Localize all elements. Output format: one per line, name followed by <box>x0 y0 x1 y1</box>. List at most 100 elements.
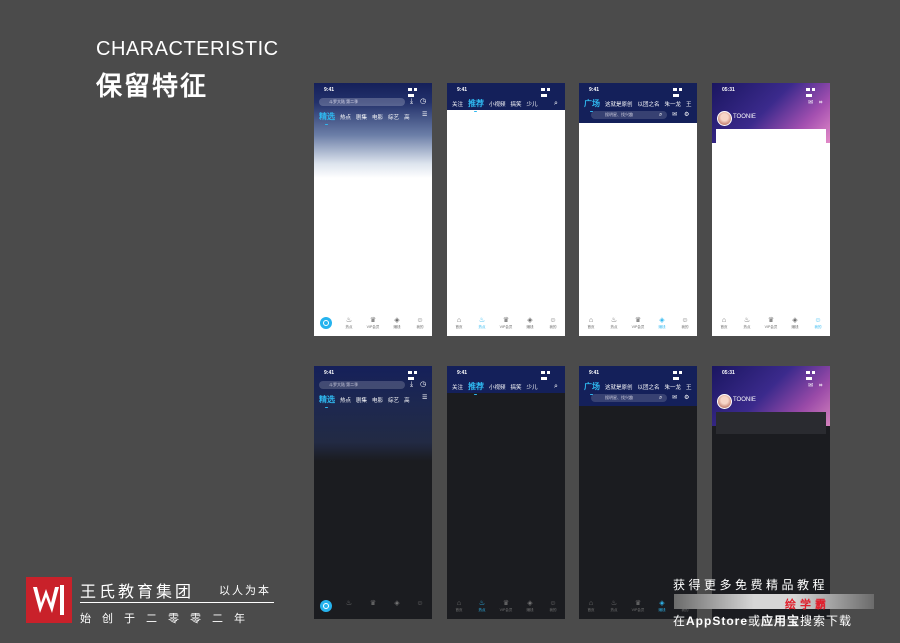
scan-icon[interactable]: ⌗ <box>819 100 822 107</box>
tab-earn-nav[interactable]: ◈ 赚钱 <box>652 600 672 613</box>
search-input[interactable]: 斗罗大陆 第二季 <box>319 98 405 106</box>
tab-me-nav[interactable]: ☺我的 <box>808 317 828 330</box>
user-icon: ☺ <box>416 600 424 607</box>
tab-hot-nav[interactable]: ♨ 热点 <box>472 317 492 330</box>
download-icon[interactable]: ⤓ <box>410 98 413 105</box>
tab-square[interactable]: 广场 <box>584 98 600 112</box>
tab-more[interactable]: 高 <box>404 113 410 121</box>
tab-me-nav[interactable]: ☺ <box>410 600 430 608</box>
tab-star[interactable]: 朱一龙 <box>665 383 682 391</box>
settings-icon[interactable]: ⚙ <box>684 395 689 402</box>
tab-more[interactable]: 王 <box>686 383 692 391</box>
tab-group[interactable]: 以团之名 <box>638 383 660 391</box>
tab-funny[interactable]: 搞笑 <box>511 383 522 391</box>
flame-icon: ♨ <box>345 317 353 324</box>
search-input[interactable]: 搜明星、找兴趣 <box>591 111 667 119</box>
tab-home-nav[interactable]: ⌂ 首页 <box>581 317 601 330</box>
tab-vip-nav[interactable]: ♛ VIP会员 <box>496 317 516 330</box>
bottom-tabbar: ⌂首页 ♨热点 ♛VIP会员 ◈赚钱 ☺我的 <box>579 312 697 336</box>
tab-hot-nav[interactable]: ♨ 热点 <box>737 317 757 330</box>
search-icon[interactable]: ⌕ <box>659 395 662 402</box>
tab-earn-nav[interactable]: ◈ 赚钱 <box>652 317 672 330</box>
home-tab-button[interactable] <box>320 600 332 612</box>
tab-star[interactable]: 朱一龙 <box>665 100 682 108</box>
profile-card <box>716 129 826 154</box>
tab-hot[interactable]: 热点 <box>340 113 351 121</box>
download-icon[interactable]: ⤓ <box>410 381 413 388</box>
mail-icon[interactable]: ✉ <box>672 112 677 119</box>
history-icon[interactable]: ◷ <box>420 381 426 388</box>
status-icons <box>671 371 689 380</box>
tab-vip-nav[interactable]: ♛ VIP会员 <box>496 600 516 613</box>
tab-more[interactable]: 王 <box>686 100 692 108</box>
tab-recommend[interactable]: 推荐 <box>468 98 484 112</box>
yingyongbao-link[interactable]: 应用宝 <box>761 614 800 628</box>
avatar[interactable] <box>717 394 732 409</box>
tab-featured[interactable]: 精选 <box>319 111 335 125</box>
search-input[interactable]: 斗罗大陆 第二季 <box>319 381 405 389</box>
tab-hot-nav[interactable]: ♨ 热点 <box>472 600 492 613</box>
search-icon[interactable]: ⌕ <box>554 100 558 107</box>
message-icon[interactable]: ✉ <box>808 100 813 107</box>
tab-vip-nav[interactable]: ♛ VIP会员 <box>363 317 383 330</box>
scan-icon[interactable]: ⌗ <box>819 383 822 390</box>
tab-variety[interactable]: 综艺 <box>388 396 399 404</box>
tab-vip-nav[interactable]: ♛ <box>363 600 383 608</box>
tab-me-nav[interactable]: ☺我的 <box>543 600 563 613</box>
tab-home-nav[interactable]: ⌂ 首页 <box>714 317 734 330</box>
tab-original[interactable]: 这就是原创 <box>605 100 633 108</box>
tab-square[interactable]: 广场 <box>584 381 600 395</box>
tab-earn-nav[interactable]: ◈ 赚钱 <box>520 317 540 330</box>
tab-me-nav[interactable]: ☺我的 <box>543 317 563 330</box>
menu-icon[interactable]: ☰ <box>422 112 427 119</box>
tab-hot-nav[interactable]: ♨ 热点 <box>604 317 624 330</box>
tab-featured[interactable]: 精选 <box>319 394 335 408</box>
search-icon[interactable]: ⌕ <box>554 383 558 390</box>
tab-vip-nav[interactable]: ♛ VIP会员 <box>761 317 781 330</box>
avatar[interactable] <box>717 111 732 126</box>
tab-earn-nav[interactable]: ◈ <box>387 600 407 608</box>
tab-movie[interactable]: 电影 <box>372 113 383 121</box>
tab-earn-nav[interactable]: ◈ 赚钱 <box>520 600 540 613</box>
tab-recommend[interactable]: 推荐 <box>468 381 484 395</box>
tab-hot-nav[interactable]: ♨ 热点 <box>604 600 624 613</box>
tab-short-video[interactable]: 小视频 <box>489 100 506 108</box>
tab-more[interactable]: 高 <box>404 396 410 404</box>
tab-short-video[interactable]: 小视频 <box>489 383 506 391</box>
search-icon[interactable]: ⌕ <box>659 112 662 119</box>
channel-tabs: 精选 热点 剧集 电影 综艺高 <box>319 111 415 125</box>
tab-movie[interactable]: 电影 <box>372 396 383 404</box>
tab-follow[interactable]: 关注 <box>452 383 463 391</box>
tab-series[interactable]: 剧集 <box>356 396 367 404</box>
tab-group[interactable]: 以团之名 <box>638 100 660 108</box>
tab-vip-nav[interactable]: ♛ VIP会员 <box>628 317 648 330</box>
tab-funny[interactable]: 搞笑 <box>511 100 522 108</box>
flame-icon: ♨ <box>478 600 486 607</box>
message-icon[interactable]: ✉ <box>808 383 813 390</box>
tab-series[interactable]: 剧集 <box>356 113 367 121</box>
tab-hot-nav[interactable]: ♨ <box>339 600 359 608</box>
promo-app-name[interactable]: 绘学霸 <box>785 596 830 612</box>
tab-earn-nav[interactable]: ◈ 赚钱 <box>785 317 805 330</box>
tab-vip-nav[interactable]: ♛ VIP会员 <box>628 600 648 613</box>
tab-kids[interactable]: 少儿 <box>527 100 538 108</box>
tab-follow[interactable]: 关注 <box>452 100 463 108</box>
tab-hot[interactable]: 热点 <box>340 396 351 404</box>
history-icon[interactable]: ◷ <box>420 98 426 105</box>
appstore-link[interactable]: AppStore <box>686 614 748 628</box>
tab-home-nav[interactable]: ⌂ 首页 <box>449 317 469 330</box>
menu-icon[interactable]: ☰ <box>422 395 427 402</box>
tab-me-nav[interactable]: ☺我的 <box>675 317 695 330</box>
tab-home-nav[interactable]: ⌂ 首页 <box>449 600 469 613</box>
search-input[interactable]: 搜明星、找兴趣 <box>591 394 667 402</box>
mail-icon[interactable]: ✉ <box>672 395 677 402</box>
tab-variety[interactable]: 综艺 <box>388 113 399 121</box>
tab-original[interactable]: 这就是原创 <box>605 383 633 391</box>
settings-icon[interactable]: ⚙ <box>684 112 689 119</box>
tab-earn-nav[interactable]: ◈ 赚钱 <box>387 317 407 330</box>
tab-kids[interactable]: 少儿 <box>527 383 538 391</box>
home-tab-button[interactable] <box>320 317 332 329</box>
tab-home-nav[interactable]: ⌂ 首页 <box>581 600 601 613</box>
tab-me-nav[interactable]: ☺我的 <box>410 317 430 330</box>
tab-hot-nav[interactable]: ♨ 热点 <box>339 317 359 330</box>
